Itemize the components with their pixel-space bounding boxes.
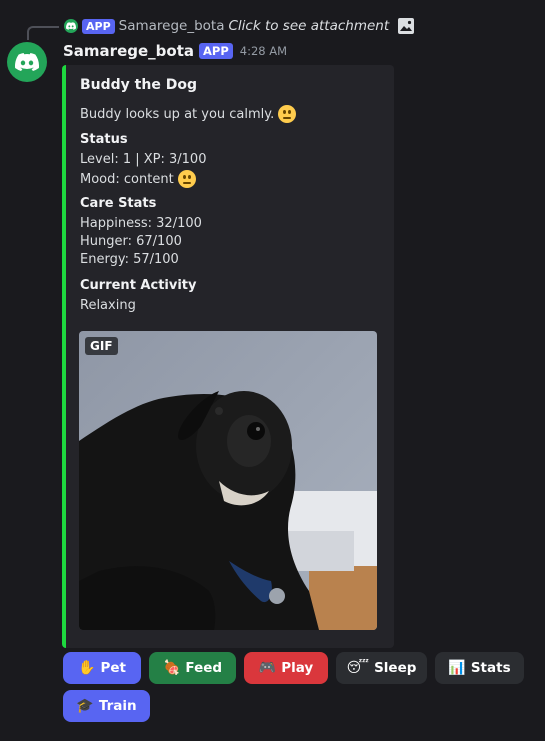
action-row-1: ✋ Pet 🍖 Feed 🎮 Play 😴 Sleep 📊 Stats xyxy=(63,652,524,684)
discord-logo-icon xyxy=(15,53,39,71)
stats-button-label: Stats xyxy=(470,660,511,676)
field-status-name: Status xyxy=(80,132,128,147)
timestamp: 4:28 AM xyxy=(239,44,288,58)
sleep-button-label: Sleep xyxy=(374,660,417,676)
field-care-happiness: Happiness: 32/100 xyxy=(80,216,202,231)
graduation-cap-icon: 🎓 xyxy=(76,698,94,714)
play-button[interactable]: 🎮 Play xyxy=(244,652,328,684)
embed-gif-image[interactable]: GIF xyxy=(79,331,377,630)
raised-hand-icon: ✋ xyxy=(78,660,96,676)
neutral-face-icon xyxy=(278,105,297,123)
dog-photo xyxy=(79,331,377,630)
bot-avatar[interactable] xyxy=(7,42,47,82)
field-care-hunger: Hunger: 67/100 xyxy=(80,234,182,249)
neutral-face-icon xyxy=(177,170,196,188)
pet-button-label: Pet xyxy=(100,660,126,676)
reply-author[interactable]: Samarege_bota xyxy=(119,18,225,34)
embed-card: Buddy the Dog Buddy looks up at you calm… xyxy=(62,65,394,648)
field-status-level: Level: 1 | XP: 3/100 xyxy=(80,152,207,167)
mood-text: Mood: content xyxy=(80,171,174,187)
image-icon xyxy=(398,18,415,34)
gif-badge: GIF xyxy=(85,337,118,355)
feed-button-label: Feed xyxy=(185,660,223,676)
field-care-energy: Energy: 57/100 xyxy=(80,252,179,267)
stats-button[interactable]: 📊 Stats xyxy=(435,652,524,684)
pet-button[interactable]: ✋ Pet xyxy=(63,652,141,684)
field-activity-value: Relaxing xyxy=(80,298,136,313)
reply-app-badge: APP xyxy=(82,18,115,34)
field-care-name: Care Stats xyxy=(80,196,157,211)
reply-spine xyxy=(27,26,59,40)
reply-preview[interactable]: APP Samarege_bota Click to see attachmen… xyxy=(64,17,415,35)
embed-title: Buddy the Dog xyxy=(80,77,197,93)
meat-on-bone-icon: 🍖 xyxy=(162,660,181,676)
bar-chart-icon: 📊 xyxy=(448,660,466,676)
sleep-button[interactable]: 😴 Sleep xyxy=(336,652,427,684)
reply-avatar xyxy=(64,19,78,33)
message-header: Samarege_bota APP 4:28 AM xyxy=(63,40,287,62)
play-button-label: Play xyxy=(281,660,314,676)
sleeping-face-icon: 😴 xyxy=(346,660,370,676)
train-button-label: Train xyxy=(98,698,137,714)
field-status-mood: Mood: content xyxy=(80,170,196,188)
game-controller-icon: 🎮 xyxy=(258,660,277,676)
reply-text[interactable]: Click to see attachment xyxy=(229,18,390,34)
embed-description: Buddy looks up at you calmly. xyxy=(80,105,297,123)
author-name[interactable]: Samarege_bota xyxy=(63,42,194,60)
app-badge: APP xyxy=(199,43,233,59)
train-button[interactable]: 🎓 Train xyxy=(63,690,150,722)
field-activity-name: Current Activity xyxy=(80,278,197,293)
feed-button[interactable]: 🍖 Feed xyxy=(149,652,236,684)
description-text: Buddy looks up at you calmly. xyxy=(80,106,275,122)
action-row-2: 🎓 Train xyxy=(63,690,150,722)
